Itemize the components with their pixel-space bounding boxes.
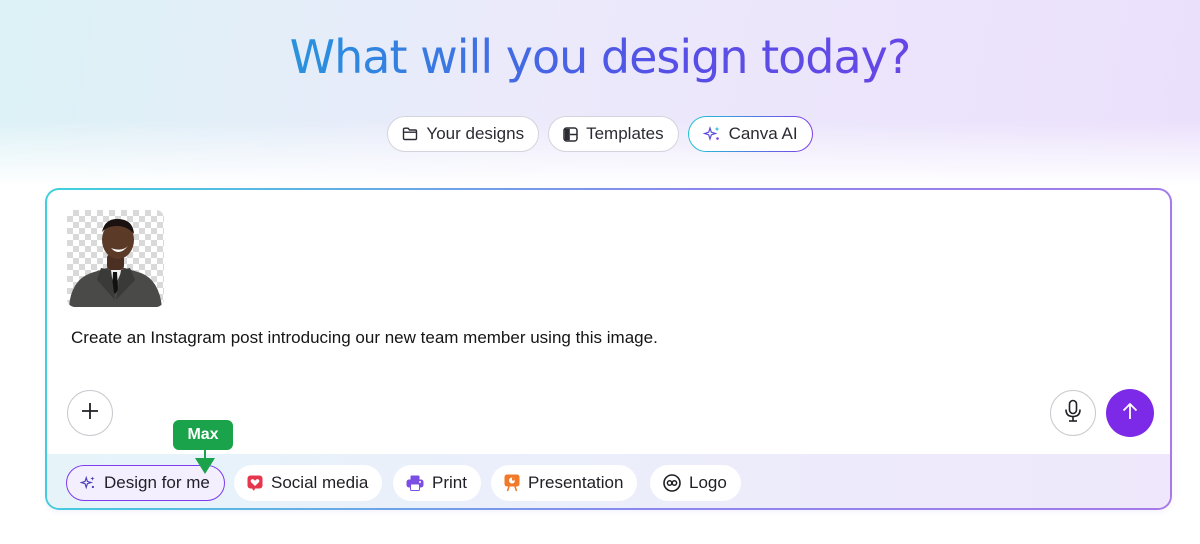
chip-label: Presentation xyxy=(528,473,624,492)
tab-your-designs[interactable]: Your designs xyxy=(387,116,540,152)
plus-icon xyxy=(80,401,100,426)
collaborator-cursor-label: Max xyxy=(173,420,233,450)
tab-templates[interactable]: Templates xyxy=(548,116,679,152)
presentation-chip[interactable]: Presentation xyxy=(491,465,638,501)
chip-label: Print xyxy=(432,473,467,492)
tab-label: Templates xyxy=(586,124,664,143)
chip-label: Social media xyxy=(271,473,369,492)
collaborator-cursor-pointer-icon xyxy=(195,458,215,474)
logo-icon xyxy=(663,474,681,492)
voice-input-button[interactable] xyxy=(1050,390,1096,436)
microphone-icon xyxy=(1064,399,1082,428)
social-media-chip[interactable]: Social media xyxy=(234,465,383,501)
sparkle-icon xyxy=(702,125,721,143)
printer-icon xyxy=(406,475,424,491)
chip-label: Logo xyxy=(689,473,727,492)
person-photo xyxy=(69,218,162,307)
tab-label: Your designs xyxy=(426,124,525,143)
send-prompt-button[interactable] xyxy=(1106,389,1154,437)
design-tabs: Your designs Templates Canva AI xyxy=(0,116,1200,152)
arrow-up-icon xyxy=(1121,401,1139,426)
attached-image-thumbnail[interactable] xyxy=(67,210,164,307)
chip-label: Design for me xyxy=(104,473,210,492)
folder-icon xyxy=(402,127,418,141)
prompt-text[interactable]: Create an Instagram post introducing our… xyxy=(71,328,658,348)
print-chip[interactable]: Print xyxy=(393,465,481,501)
sparkle-icon xyxy=(80,475,96,491)
add-attachment-button[interactable] xyxy=(67,390,113,436)
template-icon xyxy=(563,126,578,142)
tab-canva-ai[interactable]: Canva AI xyxy=(688,116,813,152)
page-headline: What will you design today? xyxy=(0,30,1200,84)
logo-chip[interactable]: Logo xyxy=(650,465,741,501)
tab-label: Canva AI xyxy=(728,124,798,143)
heart-icon xyxy=(247,475,263,491)
presentation-icon xyxy=(504,474,520,492)
